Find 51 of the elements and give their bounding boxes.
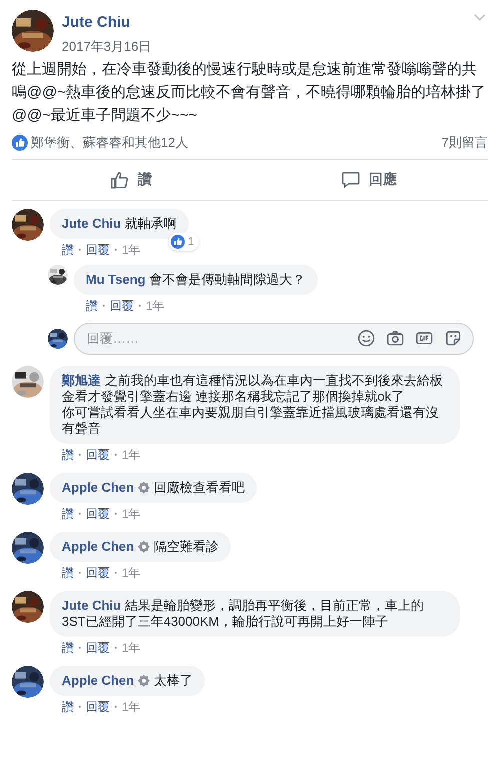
timestamp: 1年 — [122, 566, 141, 580]
comment-text: Apple Chen 回廠檢查看看吧 — [62, 480, 246, 496]
reply-link[interactable]: 回覆 — [86, 506, 110, 520]
thumbs-up-icon — [110, 170, 130, 190]
timestamp: 1年 — [122, 242, 141, 256]
like-link[interactable]: 讚 — [62, 700, 74, 714]
comment-text: Apple Chen 太棒了 — [62, 672, 194, 688]
sticker-icon[interactable] — [445, 330, 462, 346]
like-link[interactable]: 讚 — [86, 298, 98, 312]
comment-text: 你可嘗試看看人坐在車內要親朋自引擎蓋靠近擋風玻璃處看還有沒有聲音 — [62, 404, 440, 436]
like-link[interactable]: 讚 — [62, 566, 74, 580]
comment-count-link[interactable]: 7則留言 — [442, 133, 488, 152]
reply-link[interactable]: 回覆 — [86, 700, 110, 714]
comment-text: 鄭旭達 之前我的車也有這種情況以為在車內一直找不到後來去給板金看才發覺引擎蓋右邊 連接那名稱我忘記了那個換掉就ok了 — [62, 372, 444, 404]
commenter-name[interactable]: Jute Chiu — [62, 598, 122, 612]
comment-text: Jute Chiu 就軸承啊 — [62, 216, 178, 232]
like-link[interactable]: 讚 — [62, 640, 74, 654]
timestamp: 1年 — [122, 700, 141, 714]
reply-link[interactable]: 回覆 — [86, 566, 110, 580]
reply-link[interactable]: 回覆 — [86, 448, 110, 462]
commenter-name[interactable]: Mu Tseng — [86, 272, 146, 286]
commenter-name[interactable]: Apple Chen — [62, 480, 134, 494]
camera-icon[interactable] — [387, 330, 404, 346]
reply-input-field[interactable]: 回覆…… — [74, 322, 474, 354]
timestamp: 1年 — [146, 298, 165, 312]
comment-button[interactable]: 回應 — [250, 164, 488, 196]
reactions-link[interactable]: 鄭堡衡、蘇睿睿和其他12人 — [31, 133, 188, 152]
reply-link[interactable]: 回覆 — [110, 298, 134, 312]
like-icon — [12, 134, 28, 151]
timestamp: 1年 — [122, 506, 141, 520]
commenter-name[interactable]: Apple Chen — [62, 672, 134, 688]
author-name[interactable]: Jute Chiu — [62, 12, 152, 34]
commenter-name[interactable]: Apple Chen — [62, 538, 134, 554]
like-link[interactable]: 讚 — [62, 506, 74, 520]
comment-text: Apple Chen 隔空難看診 — [62, 538, 220, 554]
comment-text: Jute Chiu 結果是輪胎變形，調胎再平衡後，目前正常，車上的3ST已經開了三年43000KM，輪胎行說可再開上好一陣子 — [62, 598, 426, 630]
post-text: 從上週開始，在冷車發動後的慢速行駛時或是怠速前進常發嗡嗡聲的共鳴@@~熱車後的怠速反而比較不會有聲音，不曉得哪顆輪胎的培林掛了@@~最近車子問題不少~~~ — [12, 60, 488, 126]
timestamp: 1年 — [122, 448, 141, 462]
comment-text: Mu Tseng 會不會是傳動軸間隙過大？ — [86, 272, 306, 288]
gif-icon[interactable] — [416, 330, 433, 346]
smiley-icon[interactable] — [358, 330, 375, 346]
reply-link[interactable]: 回覆 — [86, 640, 110, 654]
like-button[interactable]: 讚 — [12, 164, 250, 196]
reply-link[interactable]: 回覆 — [86, 242, 110, 256]
commenter-name[interactable]: Jute Chiu — [62, 216, 122, 230]
like-link[interactable]: 讚 — [62, 242, 74, 256]
speech-bubble-icon — [341, 170, 361, 190]
commenter-name[interactable]: 鄭旭達 — [62, 372, 101, 388]
post-date[interactable]: 2017年3月16日 — [62, 36, 152, 56]
like-link[interactable]: 讚 — [62, 448, 74, 462]
timestamp: 1年 — [122, 640, 141, 654]
